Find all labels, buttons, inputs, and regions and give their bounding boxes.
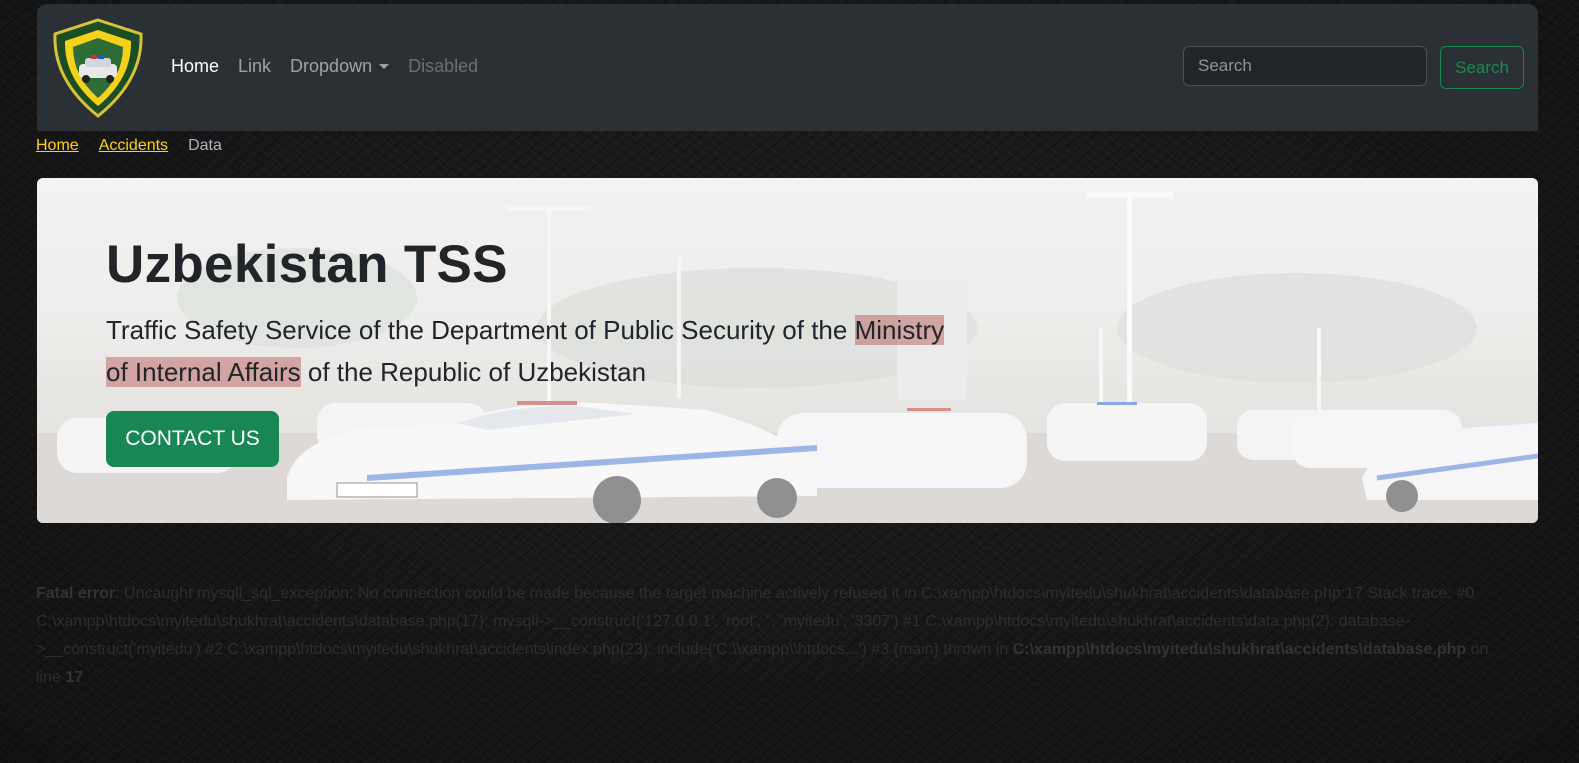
hero-lead-text: of the Republic of Uzbekistan bbox=[300, 357, 647, 387]
breadcrumb-current: Data bbox=[188, 137, 222, 154]
hero-title: Uzbekistan TSS bbox=[106, 235, 508, 294]
breadcrumb-home[interactable]: Home bbox=[36, 137, 79, 155]
hero-lead-text: Traffic Safety Service of the Department… bbox=[106, 315, 855, 345]
nav-dropdown-label: Dropdown bbox=[290, 56, 373, 76]
breadcrumb-accidents[interactable]: Accidents bbox=[99, 137, 168, 155]
caret-down-icon bbox=[379, 64, 390, 69]
search-button[interactable]: Search bbox=[1440, 46, 1524, 89]
nav-link-link[interactable]: Link bbox=[238, 56, 271, 77]
search-input[interactable] bbox=[1183, 46, 1427, 86]
contact-us-button[interactable]: CONTACT US bbox=[106, 411, 279, 467]
php-fatal-error: Fatal error: Uncaught mysqli_sql_excepti… bbox=[36, 580, 1506, 692]
hero-lead-highlight: Ministry bbox=[854, 315, 945, 345]
nav-link-disabled: Disabled bbox=[408, 56, 479, 76]
error-line-number: 17 bbox=[65, 669, 84, 686]
hero-banner: Uzbekistan TSS Traffic Safety Service of… bbox=[37, 178, 1538, 523]
nav-dropdown[interactable]: Dropdown bbox=[290, 56, 390, 77]
navbar: Home Link Dropdown Disabled Search bbox=[37, 4, 1538, 131]
nav-links: Home Link Dropdown Disabled bbox=[171, 56, 497, 77]
breadcrumb: Home Accidents Data bbox=[36, 137, 222, 155]
error-file: C:\xampp\htdocs\myitedu\shukhrat\acciden… bbox=[1012, 641, 1467, 658]
error-label: Fatal error bbox=[36, 585, 116, 602]
hero-lead-highlight: of Internal Affairs bbox=[106, 357, 301, 387]
hero-lead: Traffic Safety Service of the Department… bbox=[106, 309, 1046, 393]
nav-link-home[interactable]: Home bbox=[171, 56, 219, 77]
traffic-police-logo[interactable] bbox=[51, 18, 145, 118]
